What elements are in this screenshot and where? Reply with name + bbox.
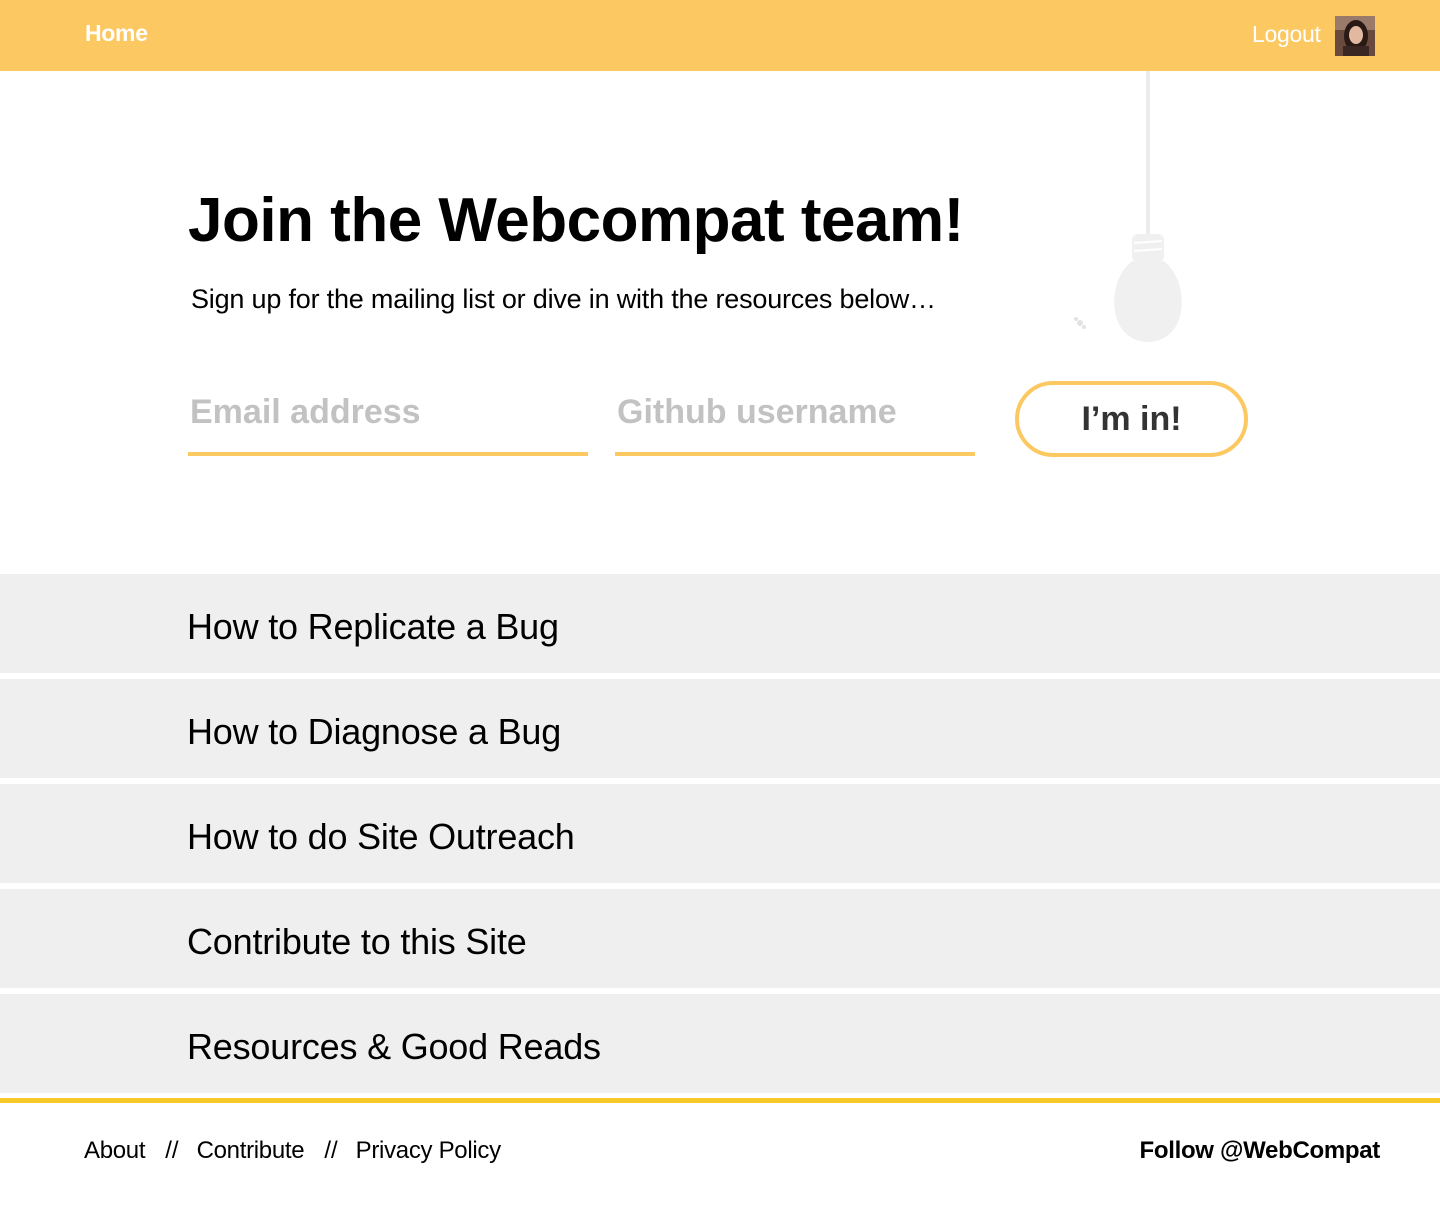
list-item[interactable]: How to Diagnose a Bug	[0, 679, 1440, 778]
list-item[interactable]: Contribute to this Site	[0, 889, 1440, 988]
avatar-image	[1335, 16, 1375, 56]
footer-links: About // Contribute // Privacy Policy	[84, 1137, 501, 1165]
list-item[interactable]: How to do Site Outreach	[0, 784, 1440, 883]
resource-link-diagnose-bug[interactable]: How to Diagnose a Bug	[187, 711, 561, 753]
resource-link-site-outreach[interactable]: How to do Site Outreach	[187, 816, 575, 858]
footer-about-link[interactable]: About	[84, 1137, 146, 1164]
resource-link-good-reads[interactable]: Resources & Good Reads	[187, 1026, 601, 1068]
list-item[interactable]: Resources & Good Reads	[0, 994, 1440, 1093]
footer-privacy-link[interactable]: Privacy Policy	[356, 1137, 501, 1164]
home-link[interactable]: Home	[85, 20, 148, 47]
avatar[interactable]	[1335, 16, 1375, 56]
list-item[interactable]: How to Replicate a Bug	[0, 574, 1440, 673]
footer-divider	[0, 1098, 1440, 1103]
github-username-input[interactable]	[615, 384, 975, 456]
top-navbar: Home Logout	[0, 0, 1440, 71]
resource-link-contribute[interactable]: Contribute to this Site	[187, 921, 527, 963]
footer-separator: //	[324, 1137, 338, 1164]
logout-link[interactable]: Logout	[1252, 21, 1321, 48]
page-subtitle: Sign up for the mailing list or dive in …	[191, 284, 936, 314]
footer-contribute-link[interactable]: Contribute	[197, 1137, 305, 1164]
resource-link-replicate-bug[interactable]: How to Replicate a Bug	[187, 606, 559, 648]
footer-separator: //	[165, 1137, 179, 1164]
lightbulb-icon	[1074, 71, 1182, 342]
page-title: Join the Webcompat team!	[188, 186, 964, 255]
email-input[interactable]	[188, 384, 588, 456]
im-in-button[interactable]: I’m in!	[1015, 381, 1248, 457]
resource-list: How to Replicate a Bug How to Diagnose a…	[0, 574, 1440, 1099]
follow-twitter-link[interactable]: Follow @WebCompat	[1139, 1137, 1380, 1165]
